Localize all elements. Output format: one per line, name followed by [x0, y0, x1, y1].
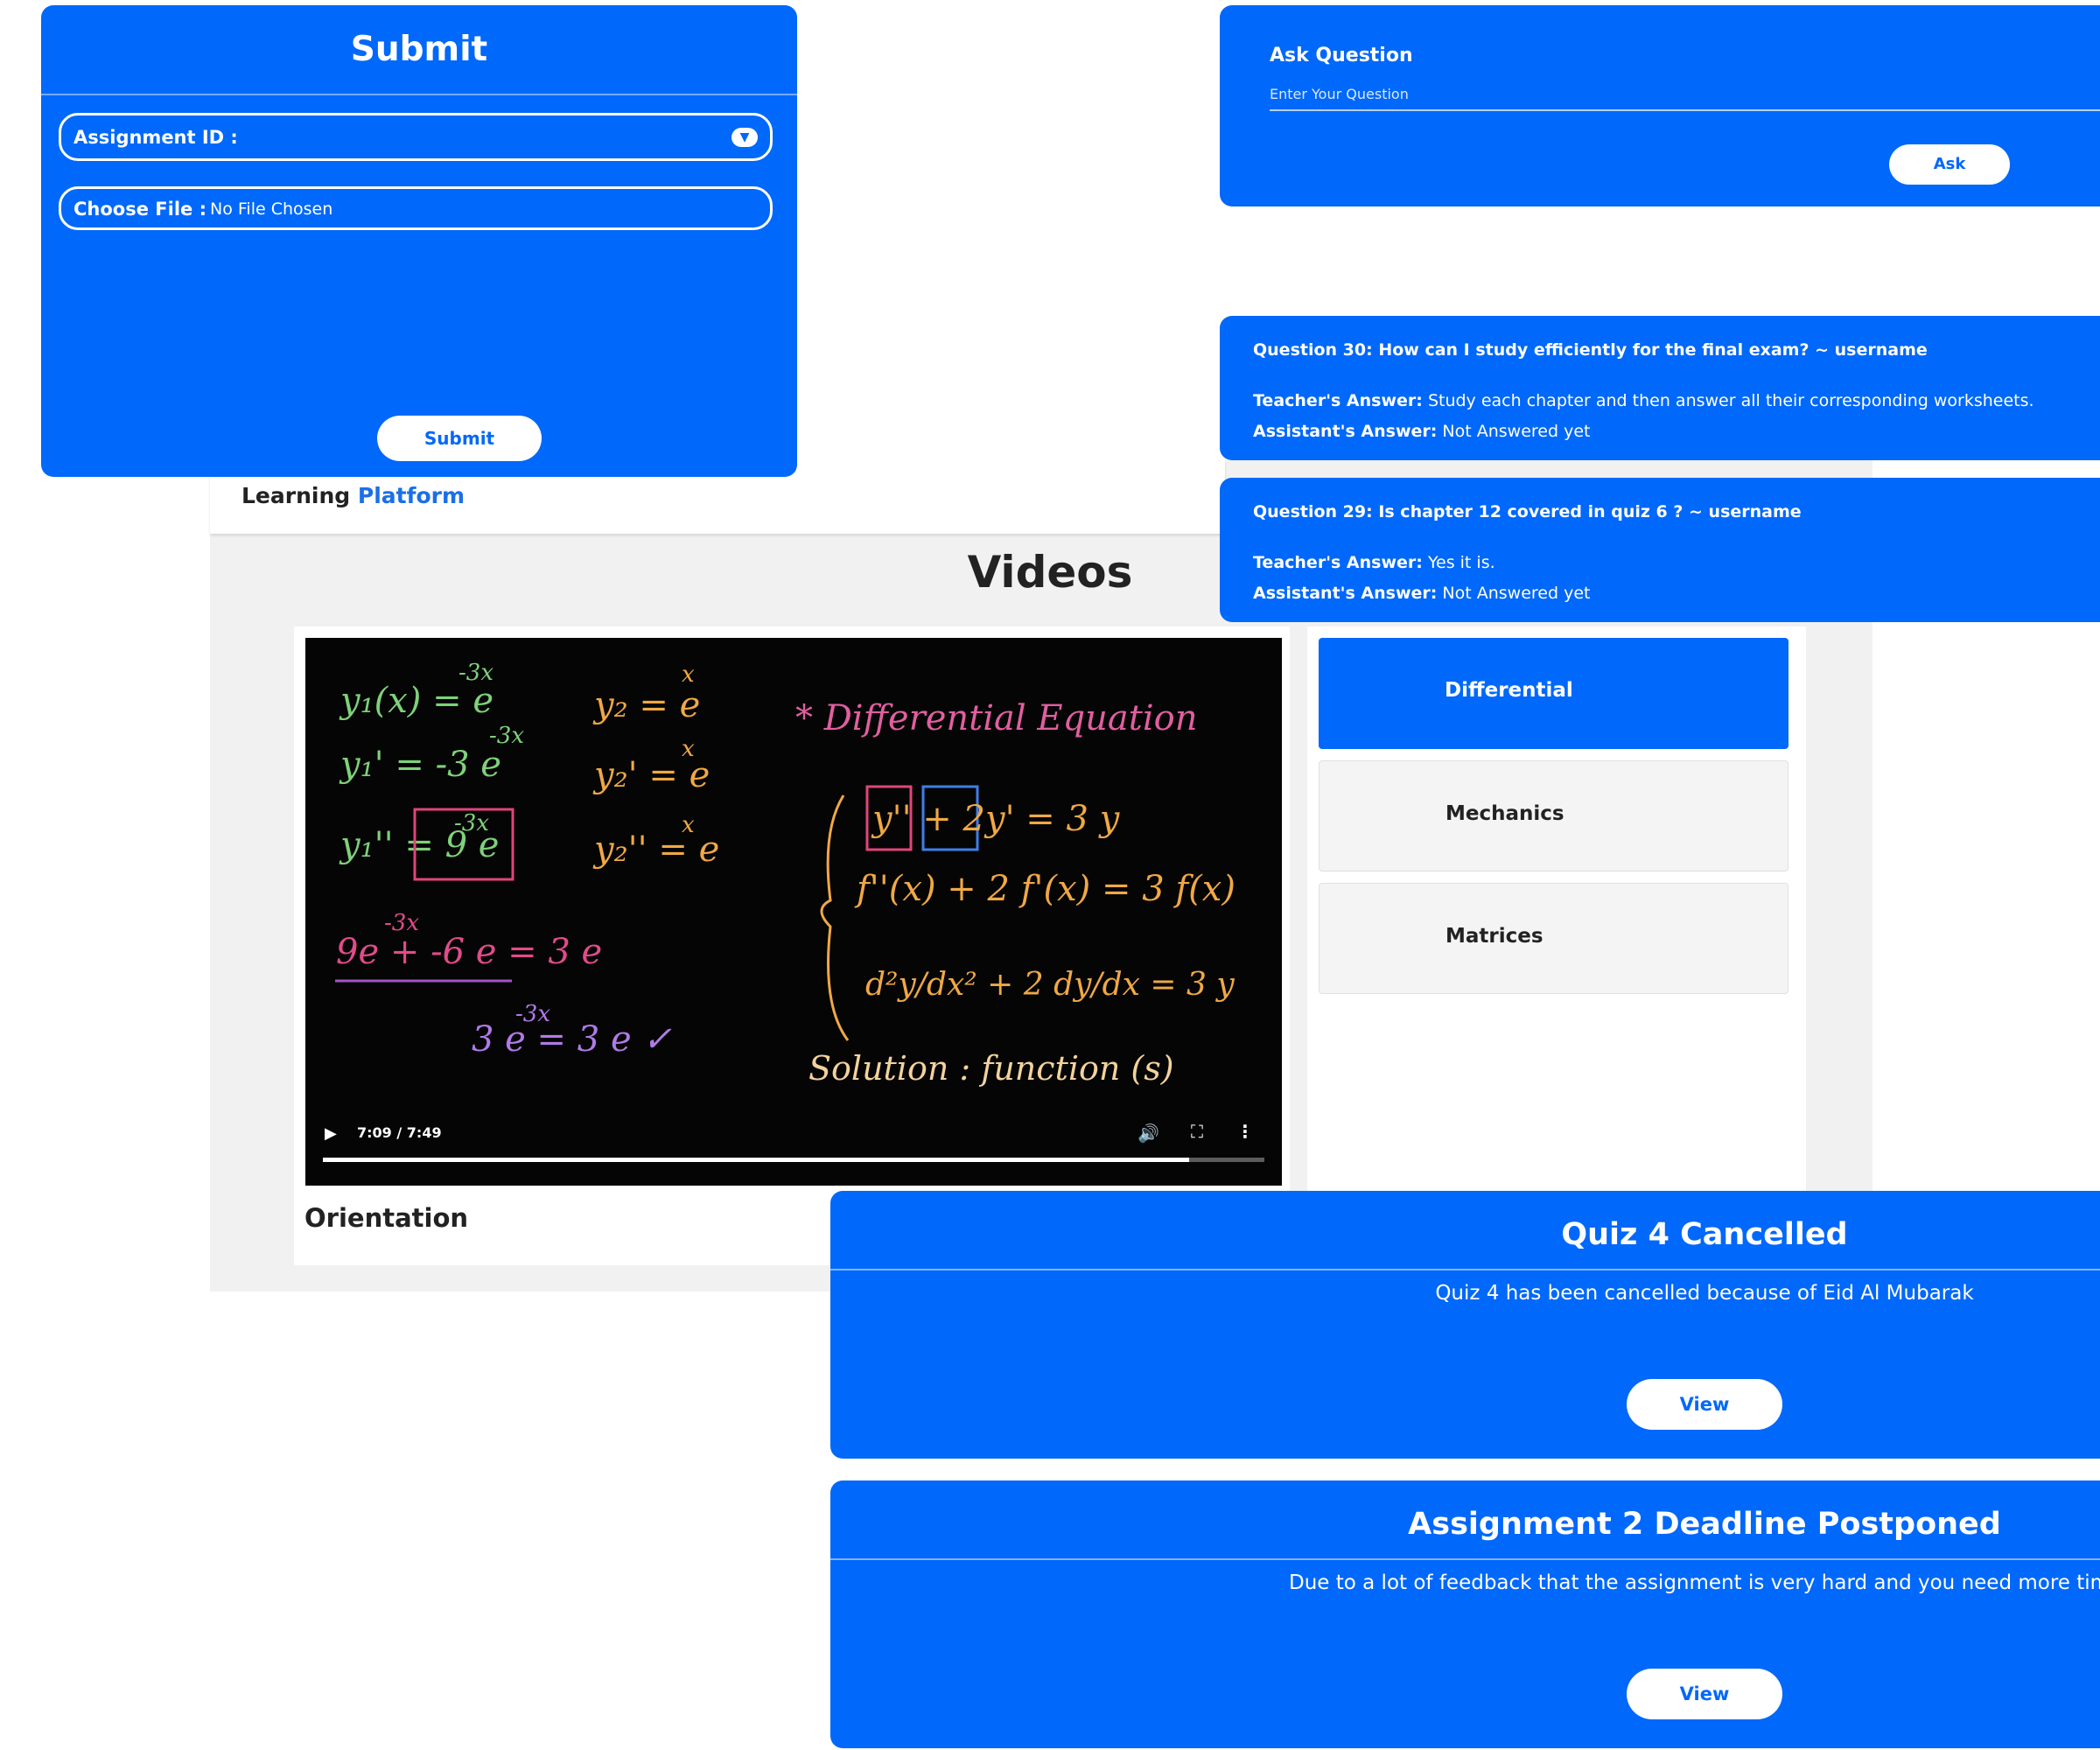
assignment-id-select[interactable]: Assignment ID : ▼ [59, 113, 773, 161]
question-input[interactable] [1270, 86, 2100, 111]
assistant-answer-label: Assistant's Answer: [1253, 584, 1438, 603]
blackboard-drawing: y₁(x) = e -3x y₁' = -3 e -3x y₁'' = 9 e … [335, 660, 1236, 1088]
teacher-answer: Teacher's Answer: Study each chapter and… [1253, 391, 2034, 410]
divider [41, 94, 797, 95]
video-time: 7:09 / 7:49 [357, 1124, 442, 1141]
topic-label: Differential [1445, 679, 1573, 702]
submit-card: Submit Assignment ID : ▼ Choose File : N… [41, 5, 797, 477]
announcement-card: Quiz 4 Cancelled Quiz 4 has been cancell… [830, 1191, 2100, 1459]
play-icon[interactable]: ▶ [325, 1124, 337, 1143]
brand-second: Platform [357, 483, 466, 508]
video-progress-fill [323, 1158, 1189, 1162]
volume-icon[interactable]: 🔊 [1138, 1123, 1159, 1144]
videos-heading: Videos [967, 547, 1133, 598]
bb-mid-2: y₂'' = e [592, 830, 719, 870]
assistant-answer-label: Assistant's Answer: [1253, 422, 1438, 441]
ask-question-card: Ask Question Ask [1220, 5, 2100, 206]
ask-question-label: Ask Question [1270, 45, 1413, 66]
bb-left-3: 9e + -6 e = 3 e [336, 932, 602, 972]
brand-first: Learning [242, 483, 351, 508]
bb-left-exp-2: -3x [454, 810, 489, 836]
question-text: Question 30: How can I study efficiently… [1253, 340, 1928, 360]
announcement-title: Assignment 2 Deadline Postponed [1408, 1507, 2001, 1542]
teacher-answer: Teacher's Answer: Yes it is. [1253, 553, 1495, 572]
bb-left-exp-3: -3x [384, 910, 419, 936]
assistant-answer-text: Not Answered yet [1442, 584, 1591, 603]
view-button[interactable]: View [1627, 1669, 1782, 1719]
view-button[interactable]: View [1627, 1379, 1782, 1430]
topic-differential[interactable]: Differential [1319, 638, 1788, 749]
file-status: No File Chosen [210, 200, 333, 219]
bb-left-exp-1: -3x [489, 723, 524, 749]
bb-left-exp-0: -3x [458, 660, 494, 686]
divider [830, 1558, 2100, 1560]
bb-solution: Solution : function (s) [808, 1049, 1174, 1088]
assistant-answer: Assistant's Answer: Not Answered yet [1253, 422, 1590, 441]
bb-left-0: y₁(x) = e [339, 681, 494, 721]
assignment-id-label: Assignment ID : [74, 127, 238, 148]
file-input[interactable]: Choose File : No File Chosen [59, 186, 773, 230]
assistant-answer: Assistant's Answer: Not Answered yet [1253, 584, 1590, 603]
bb-mid-exp-1: x [682, 736, 695, 762]
question-card: Question 30: How can I study efficiently… [1220, 316, 2100, 460]
bb-left-exp-4: -3x [515, 1001, 550, 1027]
fullscreen-icon[interactable]: ⛶ [1191, 1121, 1203, 1142]
bb-right-1: f''(x) + 2 f'(x) = 3 f(x) [854, 869, 1236, 909]
more-options-icon[interactable]: ⋮ [1236, 1121, 1254, 1142]
teacher-answer-text: Study each chapter and then answer all t… [1427, 391, 2034, 410]
bb-right-0: y'' + 2y' = 3 y [871, 799, 1121, 839]
topic-matrices[interactable]: Matrices [1319, 883, 1788, 994]
teacher-answer-label: Teacher's Answer: [1253, 553, 1423, 572]
question-card: Question 29: Is chapter 12 covered in qu… [1220, 478, 2100, 622]
chevron-down-icon: ▼ [732, 128, 758, 147]
topic-label: Matrices [1446, 925, 1544, 948]
announcement-body: Due to a lot of feedback that the assign… [1289, 1572, 2100, 1594]
bb-heading: * Differential Equation [795, 698, 1198, 738]
video-player[interactable]: y₁(x) = e -3x y₁' = -3 e -3x y₁'' = 9 e … [305, 638, 1282, 1186]
bb-mid-exp-0: x [682, 662, 695, 688]
divider [830, 1269, 2100, 1270]
choose-file-label: Choose File : [74, 199, 206, 220]
bb-mid-0: y₂ = e [592, 685, 700, 725]
announcement-body: Quiz 4 has been cancelled because of Eid… [1435, 1282, 1974, 1305]
bb-left-1: y₁' = -3 e [339, 745, 501, 785]
teacher-answer-text: Yes it is. [1427, 553, 1495, 572]
submit-title: Submit [350, 30, 488, 69]
video-title: Orientation [304, 1203, 469, 1233]
bb-right-2: d²y/dx² + 2 dy/dx = 3 y [865, 967, 1235, 1003]
teacher-answer-label: Teacher's Answer: [1253, 391, 1423, 410]
video-progress-bar[interactable] [323, 1158, 1264, 1162]
bb-mid-exp-2: x [682, 812, 695, 838]
submit-button[interactable]: Submit [377, 416, 542, 461]
question-text: Question 29: Is chapter 12 covered in qu… [1253, 502, 1802, 522]
announcement-title: Quiz 4 Cancelled [1561, 1217, 1848, 1252]
topic-mechanics[interactable]: Mechanics [1319, 760, 1788, 872]
assistant-answer-text: Not Answered yet [1442, 422, 1591, 441]
topic-label: Mechanics [1446, 802, 1564, 825]
ask-button[interactable]: Ask [1889, 144, 2010, 185]
bb-brace [820, 794, 850, 1041]
bb-left-4: 3 e = 3 e ✓ [472, 1019, 672, 1060]
brand-logo[interactable]: Learning Platform [242, 483, 465, 508]
announcement-card: Assignment 2 Deadline Postponed Due to a… [830, 1480, 2100, 1748]
